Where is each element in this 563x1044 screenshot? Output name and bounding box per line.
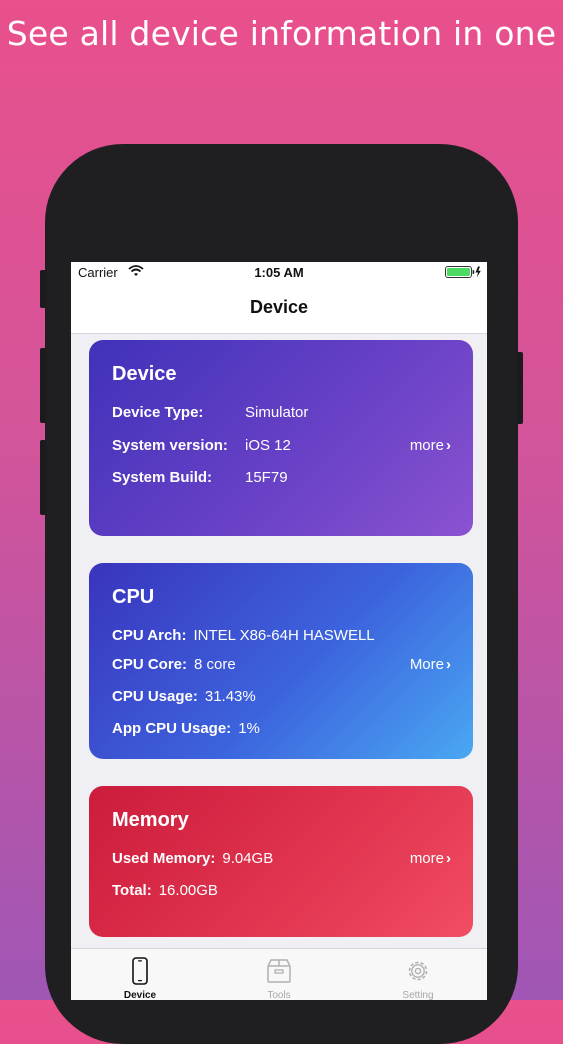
cpu-more-link[interactable]: More › [410,656,451,673]
app-cpu-usage-row: App CPU Usage: 1% [112,720,260,737]
row-label: Device Type: [112,404,204,421]
system-build-row: System Build: 15F79 [112,469,288,486]
device-info-card[interactable]: Device Device Type: Simulator System ver… [89,340,473,536]
tab-tools[interactable]: Tools [210,949,348,1000]
total-memory-row: Total: 16.00GB [112,882,218,899]
row-value: iOS 12 [245,437,291,454]
row-value: 9.04GB [222,850,274,867]
device-more-link[interactable]: more › [410,437,451,454]
more-label: More [409,656,444,673]
status-bar: Carrier 1:05 AM [71,262,487,282]
app-screen: Carrier 1:05 AM Device Device Device Typ… [71,262,487,1000]
row-value: INTEL X86-64H HASWELL [193,627,375,644]
row-value: 16.00GB [158,882,218,899]
battery-icon [445,266,483,281]
chevron-right-icon: › [446,850,451,867]
system-version-row: System version: iOS 12 [112,437,291,454]
chevron-right-icon: › [446,437,451,454]
more-label: more [409,850,444,867]
row-value: 15F79 [245,469,288,486]
tab-label: Device [123,990,157,1000]
navigation-bar: Device [71,282,487,334]
status-time: 1:05 AM [254,265,304,280]
more-label: more [409,437,444,454]
row-label: System Build: [112,469,213,486]
cpu-core-row: CPU Core: 8 core [112,656,236,673]
row-label: App CPU Usage: [112,720,232,737]
card-title: Memory [112,809,189,831]
row-value: Simulator [245,404,309,421]
tab-label: Setting [402,990,434,1000]
used-memory-row: Used Memory: 9.04GB [112,850,273,867]
page-title: Device [249,297,309,317]
tab-label: Tools [267,990,291,1000]
row-label: Used Memory: [112,850,216,867]
row-label: CPU Core: [112,656,188,673]
row-value: 1% [238,720,260,737]
cpu-arch-row: CPU Arch: INTEL X86-64H HASWELL [112,627,375,644]
memory-more-link[interactable]: more › [410,850,451,867]
gear-icon [408,961,428,981]
tab-device[interactable]: Device [71,949,209,1000]
chevron-right-icon: › [446,656,451,673]
card-title: Device [112,363,177,385]
cpu-usage-row: CPU Usage: 31.43% [112,688,256,705]
row-value: 31.43% [204,688,256,705]
phone-volume-down-button [40,440,46,515]
row-label: Total: [112,882,152,899]
memory-info-card[interactable]: Memory Used Memory: 9.04GB Total: 16.00GB … [89,786,473,937]
tab-bar: Device Tools Setting [71,948,487,1000]
tab-setting[interactable]: Setting [349,949,487,1000]
marketing-headline: See all device information in one [6,14,557,53]
phone-icon [132,957,148,985]
row-value: 8 core [194,656,236,673]
row-label: CPU Usage: [112,688,198,705]
row-label: System version: [112,437,228,454]
row-label: CPU Arch: [112,627,187,644]
card-title: CPU [112,586,155,608]
box-icon [267,959,291,983]
phone-volume-up-button [40,348,46,423]
device-type-row: Device Type: Simulator [112,404,308,421]
phone-side-button [40,270,46,308]
cpu-info-card[interactable]: CPU CPU Arch: INTEL X86-64H HASWELL CPU C… [89,563,473,759]
phone-power-button [517,352,523,424]
